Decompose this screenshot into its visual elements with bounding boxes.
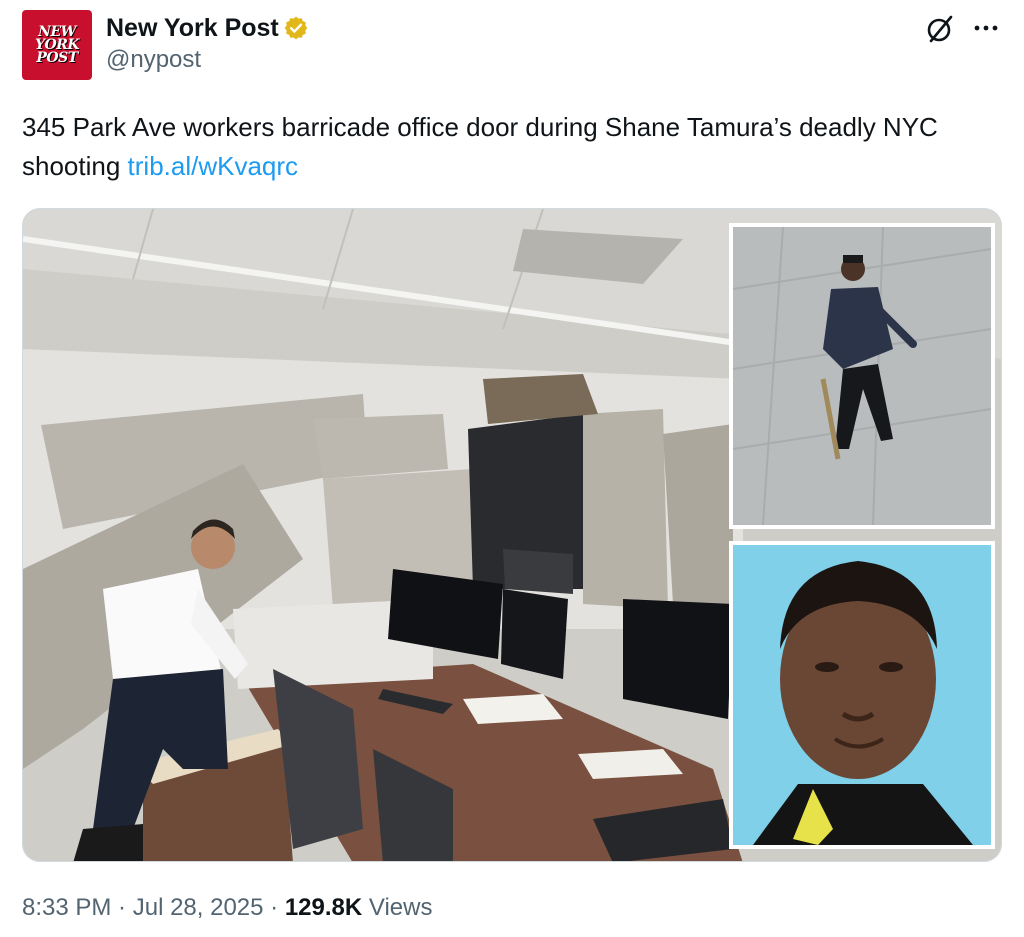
tweet-time[interactable]: 8:33 PM (22, 894, 111, 921)
media-collage (23, 209, 1001, 861)
display-name[interactable]: New York Post (106, 14, 279, 43)
avatar-text-line-3: POST (36, 49, 78, 66)
tweet-text: 345 Park Ave workers barricade office do… (22, 108, 982, 186)
tweet-meta: 8:33 PM · Jul 28, 2025 · 129.8K Views (22, 894, 432, 922)
tweet-media[interactable] (22, 208, 1002, 862)
tweet-header: NEW YORK POST New York Post @nypost (22, 10, 1002, 80)
tweet-date[interactable]: Jul 28, 2025 (133, 894, 264, 921)
tweet-link[interactable]: trib.al/wKvaqrc (128, 151, 299, 181)
account-handle[interactable]: @nypost (106, 46, 309, 74)
grok-icon[interactable] (925, 14, 955, 44)
display-name-row: New York Post (106, 12, 309, 44)
views-count[interactable]: 129.8K (285, 894, 362, 921)
meta-separator: · (111, 894, 133, 921)
views-label: Views (362, 894, 433, 921)
meta-separator: · (263, 894, 285, 921)
surveillance-photo (729, 223, 995, 529)
avatar[interactable]: NEW YORK POST (22, 10, 92, 80)
mugshot-photo (729, 541, 995, 849)
more-icon[interactable] (972, 16, 1000, 40)
verified-badge-icon[interactable] (283, 15, 309, 41)
account-names: New York Post @nypost (106, 12, 309, 74)
